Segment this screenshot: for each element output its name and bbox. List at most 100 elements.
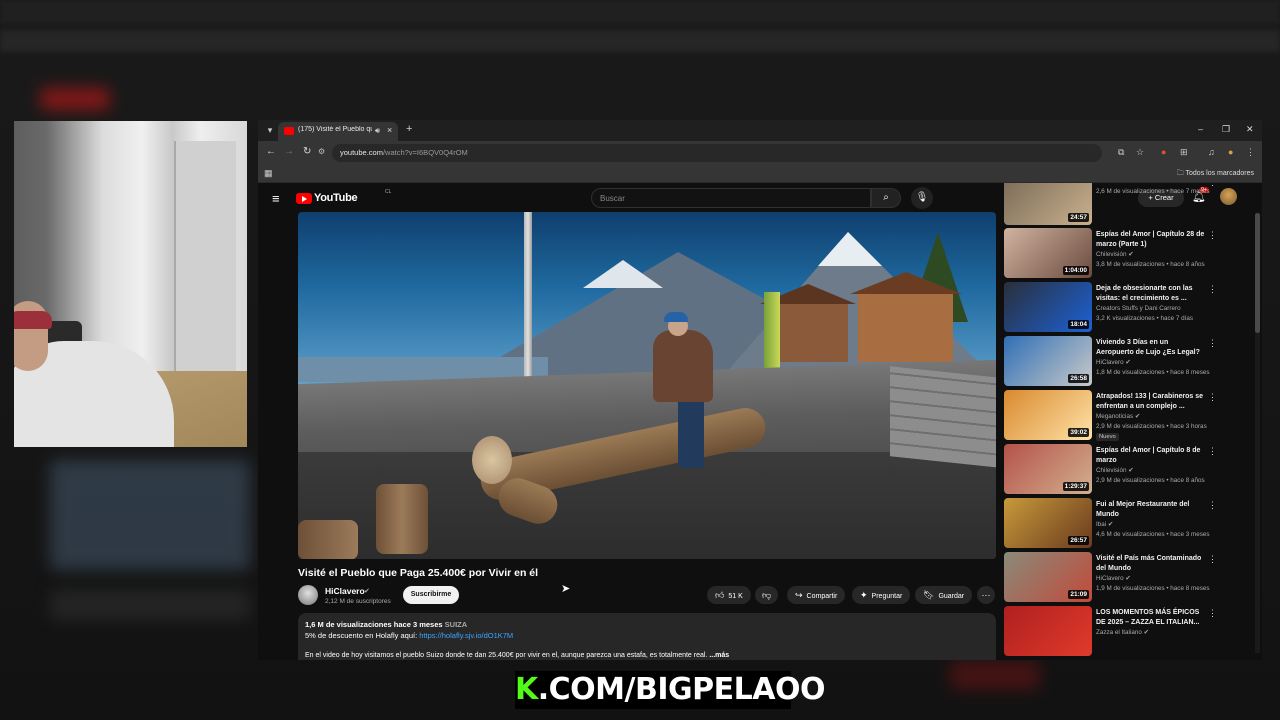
recommendation-item[interactable]: 24:57 HiClavero ✔ 2,6 M de visualizaciones…: [1004, 183, 1254, 225]
recommendation-item[interactable]: 26:58 Viviendo 3 Días en un Aeropuerto de…: [1004, 336, 1254, 386]
hamburger-menu-icon[interactable]: ≡: [272, 191, 280, 206]
channel-avatar[interactable]: [298, 585, 318, 605]
site-info-icon[interactable]: ⚙︎: [318, 147, 325, 156]
extensions-puzzle-icon[interactable]: ⊞: [1180, 147, 1188, 158]
bookmark-star-icon[interactable]: ☆: [1136, 147, 1144, 158]
recommendation-item[interactable]: 1:29:37 Espías del Amor | Capítulo 8 de m…: [1004, 444, 1254, 494]
tab-search-icon[interactable]: ▾: [264, 124, 276, 136]
more-options-icon[interactable]: ⋮: [1208, 554, 1217, 565]
back-arrow-icon[interactable]: ←: [266, 146, 276, 157]
restore-button[interactable]: ❐: [1222, 124, 1230, 135]
scene-snow: [818, 232, 882, 266]
promo-link[interactable]: https://holafly.sjv.io/dO1K7M: [419, 631, 513, 640]
recommendation-title[interactable]: Deja de obsesionarte con las visitas: el…: [1096, 284, 1206, 303]
close-tab-icon[interactable]: ×: [387, 125, 392, 135]
page-scrollbar[interactable]: [1255, 213, 1260, 653]
browser-menu-icon[interactable]: ⋮: [1246, 147, 1255, 158]
video-duration: 21:09: [1068, 590, 1089, 599]
media-control-icon[interactable]: ♫: [1208, 147, 1215, 157]
scrollbar-thumb[interactable]: [1255, 213, 1260, 333]
address-bar[interactable]: ⚙︎ youtube.com/watch?v=I6BQV0Q4rOM: [318, 144, 1102, 162]
search-icon[interactable]: ⌕: [871, 188, 901, 208]
recommendation-title[interactable]: LOS MOMENTOS MÁS ÉPICOS DE 2025 – ZAZZA …: [1096, 608, 1206, 627]
recommendation-title[interactable]: Visité el País más Contaminado del Mundo: [1096, 554, 1206, 573]
video-thumbnail[interactable]: 26:58: [1004, 336, 1092, 386]
video-thumbnail[interactable]: 18:04: [1004, 282, 1092, 332]
more-options-icon[interactable]: ⋮: [1208, 338, 1217, 349]
close-window-button[interactable]: ✕: [1246, 124, 1254, 135]
like-button[interactable]: 👍︎ 51 K: [707, 586, 751, 604]
more-options-icon[interactable]: ⋮: [1208, 608, 1217, 619]
background-button: [950, 660, 1040, 690]
more-options-icon[interactable]: ⋮: [1208, 284, 1217, 295]
video-duration: 26:58: [1068, 374, 1089, 383]
scene-log-end: [472, 436, 512, 484]
like-count: 51 K: [728, 593, 743, 600]
description-text: En el video de hoy visitamos el pueblo S…: [305, 652, 708, 659]
video-player[interactable]: [298, 212, 996, 559]
video-thumbnail[interactable]: 1:04:00: [1004, 228, 1092, 278]
all-bookmarks[interactable]: 🗀︎ Todos los marcadores: [1177, 169, 1254, 180]
more-options-icon[interactable]: ⋮: [1208, 500, 1217, 511]
recommendation-title[interactable]: Espías del Amor | Capítulo 8 de marzo: [1096, 446, 1206, 465]
video-duration: 18:04: [1068, 320, 1089, 329]
search-input[interactable]: [600, 192, 860, 205]
recommendation-channel[interactable]: Meganoticias ✔: [1096, 413, 1140, 420]
kick-url-text: K.COM/BIGPELAOO: [515, 671, 825, 709]
recommendation-title[interactable]: Fui al Mejor Restaurante del Mundo: [1096, 500, 1206, 519]
recommendation-item[interactable]: 39:02 Atrapados! 133 | Carabineros se enf…: [1004, 390, 1254, 441]
microphone-icon[interactable]: 🎙︎: [911, 187, 933, 209]
recommendation-item[interactable]: 21:09 Visité el País más Contaminado del …: [1004, 552, 1254, 602]
save-button[interactable]: 🔖︎ Guardar: [915, 586, 973, 604]
subscribe-button[interactable]: Suscribirme: [403, 586, 459, 604]
more-options-icon[interactable]: ⋮: [1208, 230, 1217, 241]
recommendation-meta: 1,8 M de visualizaciones • hace 8 meses: [1096, 369, 1210, 376]
webcam-cap: [14, 311, 52, 329]
video-thumbnail[interactable]: [1004, 606, 1092, 656]
forward-arrow-icon[interactable]: →: [284, 146, 294, 157]
recommendation-channel[interactable]: HiClavero ✔: [1096, 183, 1131, 185]
recommendation-meta: 1,9 M de visualizaciones • hace 8 meses: [1096, 585, 1210, 592]
description-box[interactable]: 1,6 M de visualizaciones hace 3 meses SU…: [298, 613, 996, 660]
recommendation-channel[interactable]: Creators Stuffs y Dani Carrero: [1096, 305, 1181, 312]
recommendation-channel[interactable]: Chilevisión ✔: [1096, 251, 1133, 258]
cast-icon[interactable]: ⧉: [1118, 147, 1124, 158]
recommendation-title[interactable]: Viviendo 3 Días en un Aeropuerto de Lujo…: [1096, 338, 1206, 357]
location-tag[interactable]: SUIZA: [445, 620, 468, 629]
recommendation-item[interactable]: 18:04 Deja de obsesionarte con las visita…: [1004, 282, 1254, 332]
share-button[interactable]: ↪ Compartir: [787, 586, 846, 604]
dislike-button[interactable]: 👎︎: [755, 586, 779, 604]
video-thumbnail[interactable]: 21:09: [1004, 552, 1092, 602]
recommendation-title[interactable]: Espías del Amor | Capítulo 28 de marzo (…: [1096, 230, 1206, 249]
recommendation-channel[interactable]: Chilevisión ✔: [1096, 467, 1133, 474]
recommendation-title[interactable]: Atrapados! 133 | Carabineros se enfrenta…: [1096, 392, 1206, 411]
profile-icon[interactable]: ●: [1228, 147, 1233, 157]
background-thumbnail: [50, 460, 250, 570]
recommendation-channel[interactable]: HiClavero ✔: [1096, 359, 1131, 366]
recommendation-channel[interactable]: Zazza el Italiano ✔: [1096, 629, 1149, 636]
recommendation-channel[interactable]: HiClavero ✔: [1096, 575, 1131, 582]
more-actions-icon[interactable]: ⋯: [977, 586, 995, 604]
new-tab-icon[interactable]: +: [406, 123, 412, 135]
recommendation-item[interactable]: 1:04:00 Espías del Amor | Capítulo 28 de …: [1004, 228, 1254, 278]
more-options-icon[interactable]: ⋮: [1208, 392, 1217, 403]
recommendation-item[interactable]: 26:57 Fui al Mejor Restaurante del Mundo I…: [1004, 498, 1254, 548]
ask-button[interactable]: ✦ Preguntar: [852, 586, 911, 604]
extension-icon[interactable]: ●: [1161, 147, 1166, 157]
browser-tab[interactable]: (175) Visité el Pueblo que P 🔊︎ ×: [278, 122, 398, 141]
reload-icon[interactable]: ↻: [303, 146, 311, 157]
recommendation-item[interactable]: LOS MOMENTOS MÁS ÉPICOS DE 2025 – ZAZZA …: [1004, 606, 1254, 656]
video-thumbnail[interactable]: 26:57: [1004, 498, 1092, 548]
video-thumbnail[interactable]: 1:29:37: [1004, 444, 1092, 494]
video-thumbnail[interactable]: 39:02: [1004, 390, 1092, 440]
background-toolbar: [0, 30, 1280, 52]
more-options-icon[interactable]: ⋮: [1208, 446, 1217, 457]
show-more-link[interactable]: ...más: [709, 652, 729, 659]
minimize-button[interactable]: –: [1198, 124, 1203, 134]
recommendation-channel[interactable]: Ibai ✔: [1096, 521, 1113, 528]
video-thumbnail[interactable]: 24:57: [1004, 183, 1092, 225]
channel-name[interactable]: HiClavero: [325, 586, 365, 596]
speaker-icon[interactable]: 🔊︎: [375, 126, 380, 136]
apps-grid-icon[interactable]: ▦: [264, 168, 273, 179]
more-options-icon[interactable]: ⋮: [1208, 183, 1217, 188]
